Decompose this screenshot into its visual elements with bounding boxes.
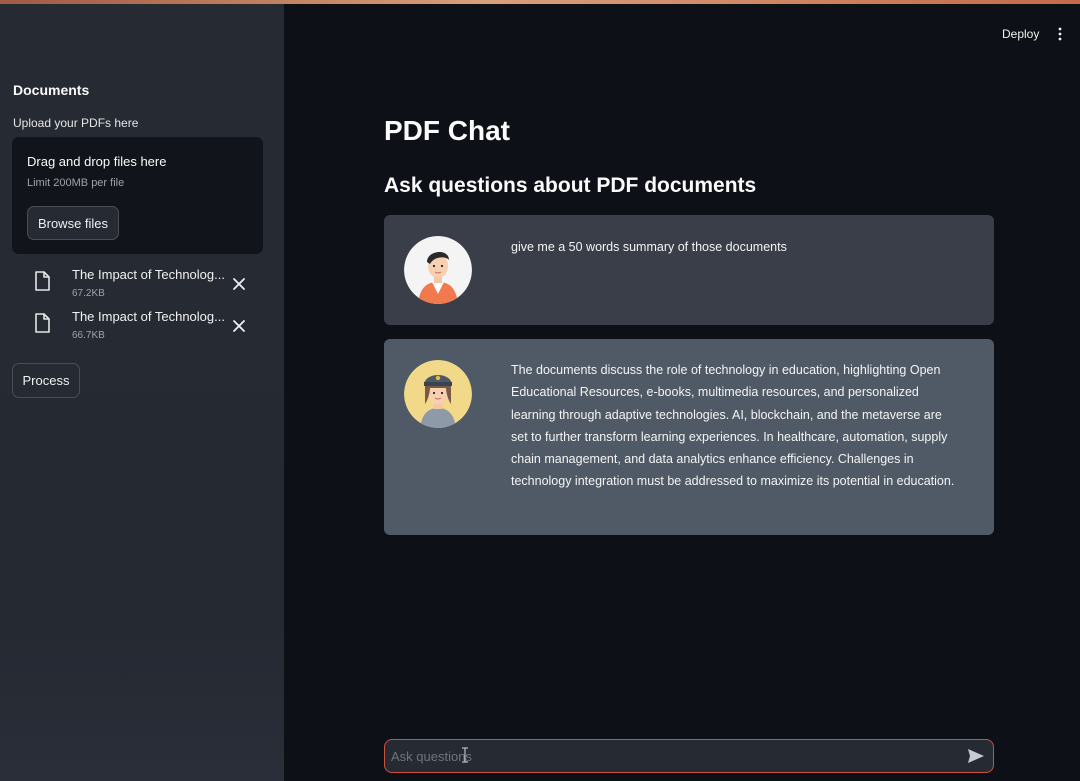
remove-file-icon[interactable] <box>232 277 246 291</box>
uploaded-file-item: The Impact of Technolog... 66.7KB <box>32 309 262 345</box>
uploaded-file-item: The Impact of Technolog... 67.2KB <box>32 267 262 303</box>
file-size: 67.2KB <box>72 288 105 299</box>
file-size: 66.7KB <box>72 330 105 341</box>
chat-input[interactable] <box>391 745 951 767</box>
process-button[interactable]: Process <box>12 363 80 398</box>
file-icon <box>35 313 50 333</box>
sidebar: Documents Upload your PDFs here Drag and… <box>0 4 284 781</box>
text-cursor-icon <box>462 747 468 763</box>
message-text: give me a 50 words summary of those docu… <box>511 240 787 254</box>
message-text: The documents discuss the role of techno… <box>511 363 955 489</box>
send-icon[interactable] <box>967 748 985 764</box>
chat-input-container <box>384 739 994 773</box>
dropzone-title: Drag and drop files here <box>27 154 167 169</box>
uploader-label: Upload your PDFs here <box>13 116 139 130</box>
bot-avatar <box>404 360 472 428</box>
deploy-button[interactable]: Deploy <box>1002 27 1039 41</box>
vertical-dots-icon[interactable] <box>1057 27 1063 41</box>
browse-files-button[interactable]: Browse files <box>27 206 119 240</box>
assistant-message: The documents discuss the role of techno… <box>384 339 994 535</box>
file-dropzone[interactable]: Drag and drop files here Limit 200MB per… <box>12 137 263 254</box>
page-title: PDF Chat <box>384 115 510 146</box>
file-icon <box>35 271 50 291</box>
user-message: give me a 50 words summary of those docu… <box>384 215 994 325</box>
file-name: The Impact of Technolog... <box>72 267 225 282</box>
sidebar-heading: Documents <box>13 82 90 98</box>
file-name: The Impact of Technolog... <box>72 309 225 324</box>
user-avatar <box>404 236 472 304</box>
main-content: Deploy PDF Chat Ask questions about PDF … <box>284 4 1080 781</box>
dropzone-limit: Limit 200MB per file <box>27 177 125 189</box>
remove-file-icon[interactable] <box>232 319 246 333</box>
page-subtitle: Ask questions about PDF documents <box>384 174 757 197</box>
